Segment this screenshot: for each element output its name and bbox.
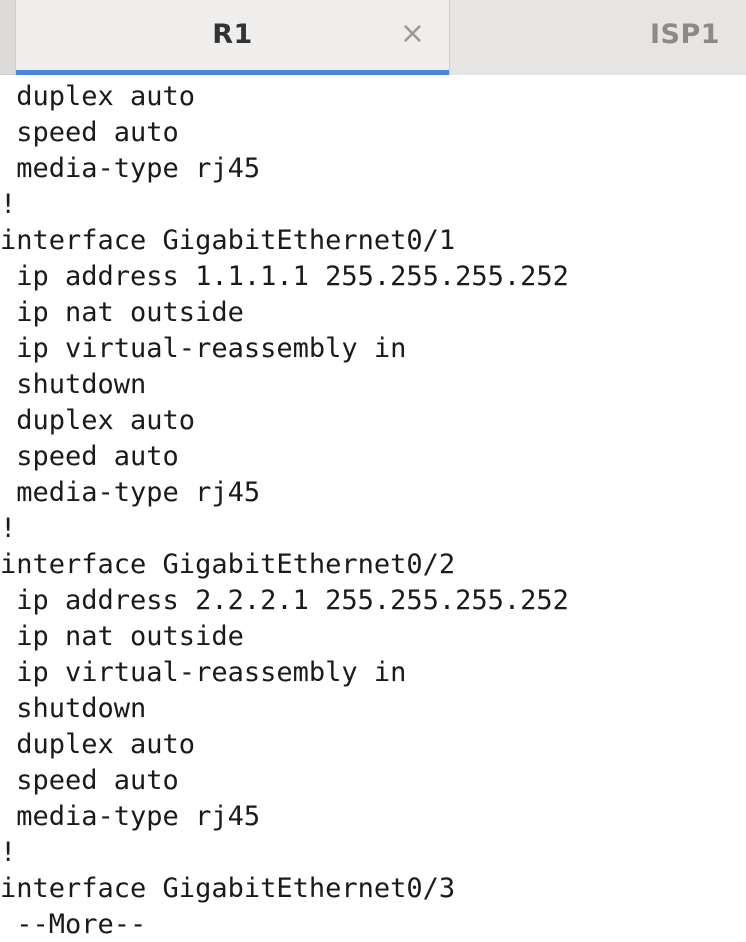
terminal-line: ip nat outside <box>0 621 244 652</box>
active-tab-indicator <box>16 70 449 75</box>
terminal-line: ! <box>0 837 17 868</box>
terminal-line: ! <box>0 189 17 220</box>
terminal-line: duplex auto <box>0 81 196 112</box>
tab-isp1[interactable]: ISP1 <box>450 0 746 75</box>
terminal-line: ! <box>0 513 17 544</box>
tab-bar: R1 × ISP1 <box>0 0 746 75</box>
terminal-line: ip address 2.2.2.1 255.255.255.252 <box>0 585 569 616</box>
terminal-line: ip address 1.1.1.1 255.255.255.252 <box>0 261 569 292</box>
terminal-line: interface GigabitEthernet0/3 <box>0 873 456 904</box>
tab-scroll-edge <box>0 0 16 74</box>
tab-label: R1 <box>212 19 253 50</box>
terminal-line: speed auto <box>0 117 179 148</box>
terminal-line: ip nat outside <box>0 297 244 328</box>
terminal-output[interactable]: duplex auto speed auto media-type rj45! i… <box>0 77 746 942</box>
terminal-line: --More-- <box>0 909 147 940</box>
terminal-line: interface GigabitEthernet0/1 <box>0 225 456 256</box>
terminal-line: interface GigabitEthernet0/2 <box>0 549 456 580</box>
tab-r1[interactable]: R1 × <box>16 0 450 75</box>
terminal-line: media-type rj45 <box>0 801 261 832</box>
terminal-line: speed auto <box>0 765 179 796</box>
close-icon[interactable]: × <box>400 16 425 51</box>
terminal-line: ip virtual-reassembly in <box>0 333 407 364</box>
terminal-line: media-type rj45 <box>0 153 261 184</box>
terminal-line: speed auto <box>0 441 179 472</box>
tab-label: ISP1 <box>650 19 721 50</box>
terminal-line: duplex auto <box>0 729 196 760</box>
terminal-line: ip virtual-reassembly in <box>0 657 407 688</box>
terminal-line: media-type rj45 <box>0 477 261 508</box>
terminal-line: duplex auto <box>0 405 196 436</box>
terminal-line: shutdown <box>0 693 147 724</box>
terminal-line: shutdown <box>0 369 147 400</box>
